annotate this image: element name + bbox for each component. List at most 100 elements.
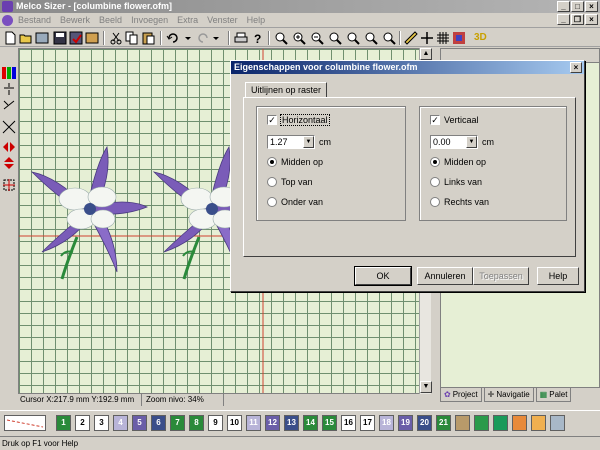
- zoom-all-icon[interactable]: [382, 31, 396, 45]
- stitch-view-icon[interactable]: [452, 31, 466, 45]
- print-icon[interactable]: [234, 31, 248, 45]
- zoom-previous-icon[interactable]: [364, 31, 378, 45]
- scale-icon[interactable]: [2, 120, 16, 134]
- zoom-out-icon[interactable]: [310, 31, 324, 45]
- palette-swatch[interactable]: 17: [360, 415, 375, 431]
- menu-invoegen[interactable]: Invoegen: [131, 15, 168, 25]
- palette-swatch[interactable]: 12: [265, 415, 280, 431]
- horizontal-offset-combo[interactable]: 1.27 ▼: [267, 135, 315, 149]
- close-button[interactable]: ×: [585, 1, 598, 12]
- minimize-button[interactable]: _: [557, 1, 570, 12]
- chevron-down-icon[interactable]: ▼: [303, 136, 314, 148]
- radio-midden-op-h[interactable]: [267, 157, 277, 167]
- palette-swatch[interactable]: 15: [322, 415, 337, 431]
- help-button[interactable]: Help: [537, 267, 579, 285]
- radio-top-van[interactable]: [267, 177, 277, 187]
- save-icon[interactable]: [53, 31, 67, 45]
- palette-swatch[interactable]: [550, 415, 565, 431]
- palette-swatch[interactable]: [474, 415, 489, 431]
- palette-swatch[interactable]: 3: [94, 415, 109, 431]
- scroll-down-icon[interactable]: ▼: [420, 381, 432, 393]
- ruler-icon[interactable]: [404, 31, 418, 45]
- menu-help[interactable]: Help: [247, 15, 266, 25]
- horizontal-checkbox[interactable]: ✓: [267, 115, 277, 125]
- zoom-actual-icon[interactable]: [346, 31, 360, 45]
- mdi-minimize-button[interactable]: _: [557, 14, 570, 25]
- palette-swatch[interactable]: 21: [436, 415, 451, 431]
- menu-venster[interactable]: Venster: [207, 15, 238, 25]
- palette-swatch[interactable]: 1: [56, 415, 71, 431]
- menu-extra[interactable]: Extra: [177, 15, 198, 25]
- maximize-button[interactable]: □: [571, 1, 584, 12]
- tab-project[interactable]: ✿ Project: [440, 388, 482, 402]
- palette-swatch[interactable]: [512, 415, 527, 431]
- tab-grid-alignment[interactable]: Uitlijnen op raster: [245, 82, 328, 98]
- radio-midden-op-v[interactable]: [430, 157, 440, 167]
- save-as-icon[interactable]: [69, 31, 83, 45]
- zoom-in-icon[interactable]: [292, 31, 306, 45]
- crosshair-icon[interactable]: [420, 31, 434, 45]
- palette-swatch[interactable]: 6: [151, 415, 166, 431]
- cut-icon[interactable]: [109, 31, 123, 45]
- zoom-fit-icon[interactable]: [274, 31, 288, 45]
- palette-swatch[interactable]: 20: [417, 415, 432, 431]
- chevron-down-icon[interactable]: ▼: [466, 136, 477, 148]
- palette-swatch[interactable]: 7: [170, 415, 185, 431]
- 3d-view-button[interactable]: 3D: [474, 31, 492, 45]
- vertical-checkbox[interactable]: ✓: [430, 115, 440, 125]
- dialog-close-button[interactable]: ×: [570, 62, 582, 73]
- tab-palet[interactable]: ▦ Palet: [535, 388, 572, 402]
- palette-swatch[interactable]: 19: [398, 415, 413, 431]
- new-file-icon[interactable]: [3, 31, 17, 45]
- cancel-button[interactable]: Annuleren: [417, 267, 473, 285]
- paste-icon[interactable]: [141, 31, 155, 45]
- redo-dropdown-icon[interactable]: [210, 31, 224, 45]
- apply-button[interactable]: Toepassen: [473, 267, 529, 285]
- open-folder-icon[interactable]: [19, 31, 33, 45]
- export-icon[interactable]: [85, 31, 99, 45]
- document-icon[interactable]: [2, 15, 13, 26]
- label-rechts-van: Rechts van: [444, 197, 490, 207]
- thread-sequence-icon[interactable]: [4, 415, 46, 431]
- palette-swatch[interactable]: 2: [75, 415, 90, 431]
- palette-swatch[interactable]: 4: [113, 415, 128, 431]
- ok-button[interactable]: OK: [354, 266, 412, 286]
- radio-onder-van[interactable]: [267, 197, 277, 207]
- palette-swatch[interactable]: 10: [227, 415, 242, 431]
- mdi-restore-button[interactable]: ❐: [571, 14, 584, 25]
- palette-swatch[interactable]: 13: [284, 415, 299, 431]
- palette-swatch[interactable]: 14: [303, 415, 318, 431]
- open-image-icon[interactable]: [35, 31, 49, 45]
- copy-icon[interactable]: [125, 31, 139, 45]
- palette-swatch[interactable]: 18: [379, 415, 394, 431]
- palette-swatch[interactable]: 5: [132, 415, 147, 431]
- palette-swatch[interactable]: [531, 415, 546, 431]
- undo-icon[interactable]: [166, 31, 180, 45]
- palette-swatch[interactable]: [493, 415, 508, 431]
- scroll-up-icon[interactable]: ▲: [420, 48, 432, 60]
- menu-bestand[interactable]: Bestand: [18, 15, 51, 25]
- mdi-close-button[interactable]: ×: [585, 14, 598, 25]
- menu-beeld[interactable]: Beeld: [99, 15, 122, 25]
- flip-horizontal-icon[interactable]: [2, 140, 16, 154]
- mirror-vertical-icon[interactable]: [2, 82, 16, 96]
- undo-dropdown-icon[interactable]: [182, 31, 196, 45]
- zoom-window-icon[interactable]: [328, 31, 342, 45]
- split-icon[interactable]: [2, 98, 16, 112]
- radio-links-van[interactable]: [430, 177, 440, 187]
- tab-navigatie[interactable]: ✛ Navigatie: [483, 388, 534, 402]
- grid-icon[interactable]: [436, 31, 450, 45]
- palette-swatch[interactable]: 9: [208, 415, 223, 431]
- redo-icon[interactable]: [196, 31, 210, 45]
- palette-swatch[interactable]: 16: [341, 415, 356, 431]
- flip-vertical-icon[interactable]: [2, 156, 16, 170]
- menu-bewerk[interactable]: Bewerk: [60, 15, 90, 25]
- palette-swatch[interactable]: 11: [246, 415, 261, 431]
- palette-swatch[interactable]: [455, 415, 470, 431]
- select-region-icon[interactable]: [2, 178, 16, 192]
- radio-rechts-van[interactable]: [430, 197, 440, 207]
- vertical-offset-combo[interactable]: 0.00 ▼: [430, 135, 478, 149]
- color-stripes-icon[interactable]: [2, 66, 16, 80]
- palette-swatch[interactable]: 8: [189, 415, 204, 431]
- help-icon[interactable]: ?: [250, 31, 264, 46]
